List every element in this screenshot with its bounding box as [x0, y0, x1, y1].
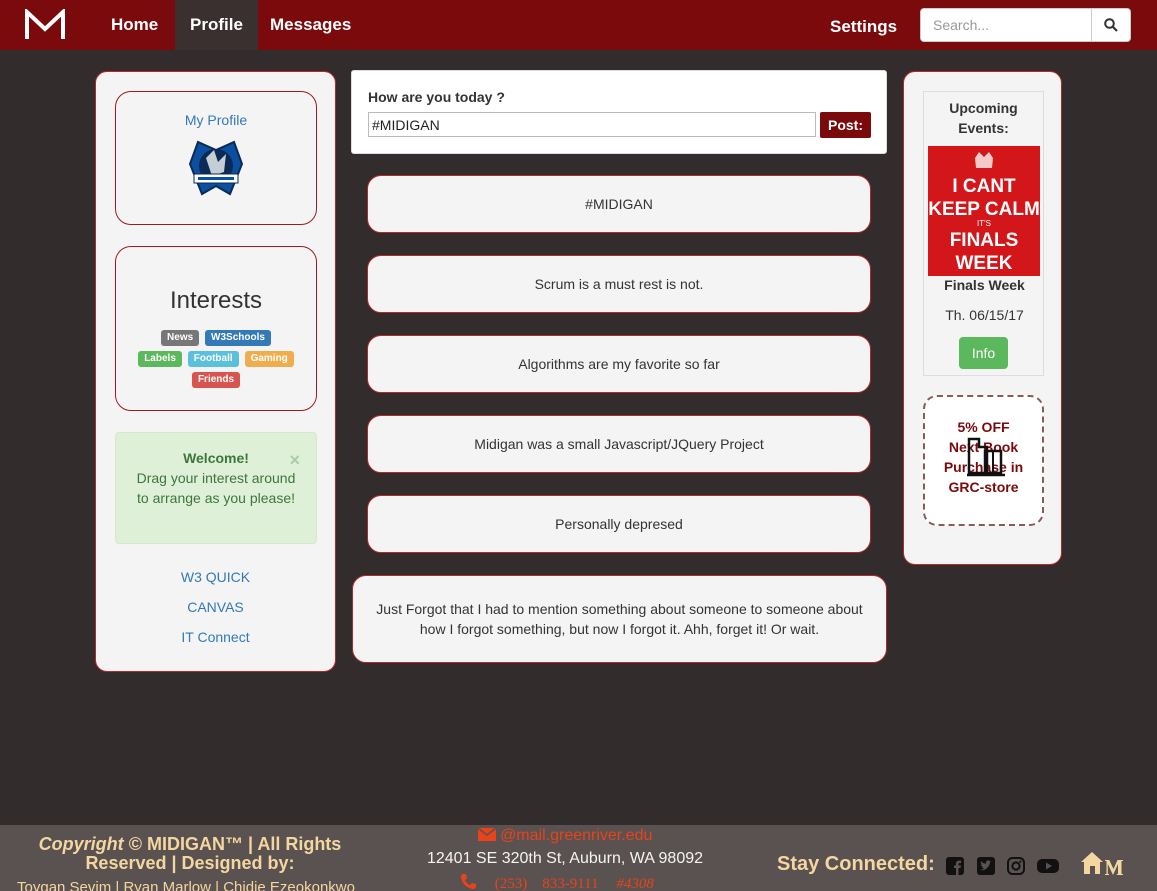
search-icon: [1104, 18, 1118, 32]
home-m-logo-icon[interactable]: [1080, 850, 1124, 876]
nav-settings[interactable]: Settings: [830, 2, 897, 52]
copyright: Copyright © MIDIGAN™ | All Rights Reserv…: [0, 835, 380, 873]
nav-messages[interactable]: Messages: [255, 0, 366, 50]
phone-number: (253) 833-9111: [494, 876, 599, 891]
event-name: Finals Week: [944, 277, 1025, 293]
post-button[interactable]: Post:: [820, 112, 871, 138]
profile-card: My Profile: [115, 91, 317, 225]
events-title: Upcoming Events:: [949, 100, 1018, 136]
close-icon[interactable]: ×: [289, 451, 300, 469]
link-w3-quick[interactable]: W3 QUICK: [96, 562, 335, 592]
copyright-text: © MIDIGAN™ | All Rights Reserved | Desig…: [85, 834, 342, 873]
poster-line-3: IT'S: [977, 219, 991, 228]
post-item[interactable]: Just Forgot that I had to mention someth…: [352, 575, 887, 663]
post-item[interactable]: #MIDIGAN: [367, 175, 871, 233]
info-button[interactable]: Info: [959, 337, 1008, 369]
post-item[interactable]: Algorithms are my favorite so far: [367, 335, 871, 393]
label-news[interactable]: News: [161, 330, 200, 346]
email-link[interactable]: @mail.greenriver.edu: [400, 827, 730, 845]
copyright-word: Copyright: [38, 834, 124, 854]
label-gaming[interactable]: Gaming: [244, 351, 294, 367]
twitter-icon[interactable]: [977, 857, 995, 875]
stay-connected: Stay Connected:: [777, 853, 935, 875]
post-form: How are you today ? Post:: [351, 70, 887, 154]
finals-week-poster: I CANT KEEP CALM IT'S FINALS WEEK: [928, 146, 1040, 276]
label-friends[interactable]: Friends: [191, 372, 241, 388]
footer: Copyright © MIDIGAN™ | All Rights Reserv…: [0, 825, 1157, 891]
instagram-icon[interactable]: [1007, 857, 1025, 875]
phone-extension: #4308: [616, 876, 654, 891]
poster-line-1: I CANT: [952, 176, 1016, 197]
m-logo-icon[interactable]: [24, 9, 66, 41]
alert-title: Welcome!: [183, 450, 249, 466]
promo-line: GRC-store: [948, 479, 1019, 495]
youtube-icon[interactable]: [1037, 857, 1059, 875]
book-store-icon: [967, 437, 1005, 477]
quick-links: W3 QUICK CANVAS IT Connect: [96, 562, 335, 652]
poster-line-5: WEEK: [956, 253, 1013, 274]
envelope-icon: [477, 827, 497, 841]
navbar: Home Profile Messages Settings: [0, 0, 1157, 50]
left-sidebar: My Profile Interests News W3Schools Labe…: [95, 71, 336, 672]
promo-card[interactable]: 5% OFF Next Book Purchase in GRC-store: [923, 395, 1044, 526]
poster-line-4: FINALS: [950, 230, 1019, 251]
mavericks-logo-icon: [188, 140, 244, 196]
interests-title: Interests: [169, 287, 263, 314]
facebook-icon[interactable]: [946, 857, 964, 875]
my-profile-link[interactable]: My Profile: [116, 112, 316, 128]
label-football[interactable]: Football: [187, 351, 239, 367]
search-input[interactable]: [920, 8, 1092, 42]
phone: (253) 833-9111 #4308: [460, 873, 730, 891]
interest-labels: News W3Schools Labels Football Gaming Fr…: [116, 325, 316, 388]
event-date: Th. 06/15/17: [945, 307, 1024, 323]
post-item[interactable]: Personally depresed: [367, 495, 871, 553]
link-canvas[interactable]: CANVAS: [96, 592, 335, 622]
email-text: @mail.greenriver.edu: [500, 827, 653, 844]
welcome-alert: × Welcome! Drag your interest around to …: [115, 432, 317, 544]
post-input[interactable]: [368, 112, 816, 137]
nav-home[interactable]: Home: [96, 0, 173, 50]
poster-line-2: KEEP CALM: [928, 199, 1040, 220]
phone-icon: [461, 874, 476, 889]
search-button[interactable]: [1091, 8, 1131, 42]
address: 12401 SE 320th St, Auburn, WA 98092: [426, 850, 704, 867]
post-prompt: How are you today ?: [368, 89, 505, 105]
right-sidebar: Upcoming Events: I CANT KEEP CALM IT'S F…: [903, 71, 1062, 565]
search-form: [920, 8, 1131, 42]
post-item[interactable]: Midigan was a small Javascript/JQuery Pr…: [367, 415, 871, 473]
nav-profile[interactable]: Profile: [175, 0, 258, 50]
interests-card[interactable]: Interests News W3Schools Labels Football…: [115, 246, 317, 411]
link-it-connect[interactable]: IT Connect: [96, 622, 335, 652]
promo-line: 5% OFF: [957, 419, 1010, 435]
upcoming-events: Upcoming Events: I CANT KEEP CALM IT'S F…: [923, 91, 1044, 376]
post-item[interactable]: Scrum is a must rest is not.: [367, 255, 871, 313]
designers: Toygan Sevim | Ryan Marlow | Chidie Ezeo…: [17, 879, 355, 891]
label-w3schools[interactable]: W3Schools: [205, 330, 271, 346]
alert-text: Drag your interest around to arrange as …: [136, 470, 296, 506]
label-labels[interactable]: Labels: [138, 351, 182, 367]
